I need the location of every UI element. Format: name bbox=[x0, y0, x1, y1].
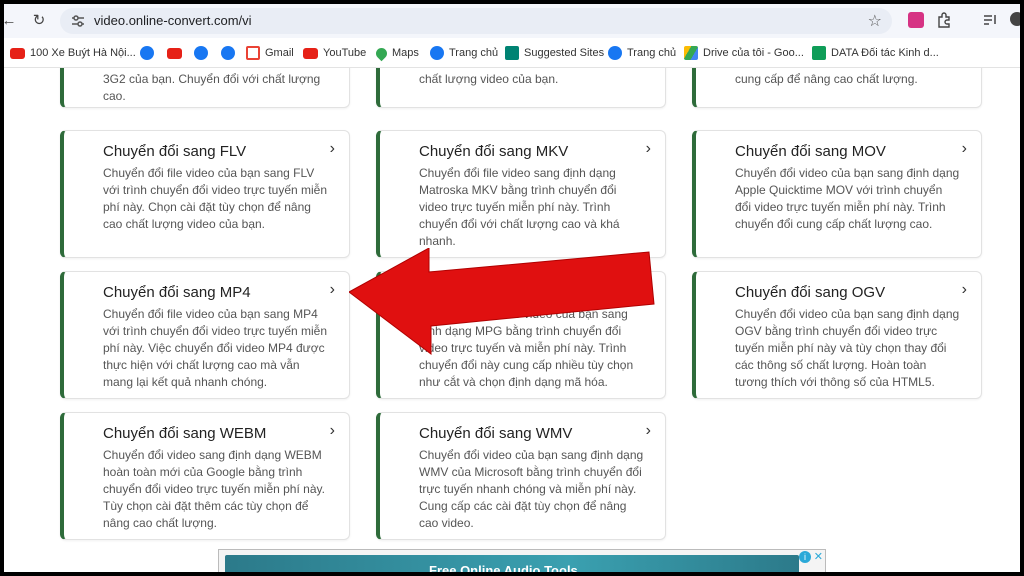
format-card[interactable]: cung cấp để nâng cao chất lượng. bbox=[692, 68, 982, 108]
card-description: Chuyển đổi video của bạn sang định dạng … bbox=[735, 307, 960, 389]
media-control-icon[interactable] bbox=[982, 12, 998, 28]
bookmark-item[interactable]: DATA Đối tác Kinh d... bbox=[812, 45, 939, 61]
youtube-icon bbox=[10, 47, 25, 59]
bookmark-label: Trang chủ bbox=[449, 47, 499, 59]
bookmark-star-icon[interactable]: ☆ bbox=[868, 11, 882, 31]
card-description: Chuyển đổi file video sang định dạng Mat… bbox=[419, 166, 620, 248]
ad-banner[interactable]: Free Online Audio Tools i ✕ bbox=[218, 549, 826, 572]
card-title: Chuyển đổi sang FLV bbox=[103, 143, 247, 160]
format-card-webm[interactable]: Chuyển đổi sang WEBM › Chuyển đổi video … bbox=[60, 412, 350, 540]
card-description: Chuyển đổi video của bạn sang định dạng … bbox=[419, 448, 644, 530]
card-title: Chuyển đổi sang MP4 bbox=[103, 284, 251, 301]
bookmark-item[interactable]: Trang chủ bbox=[608, 45, 676, 61]
card-title: Chuyển đổi sang OGV bbox=[735, 284, 886, 301]
card-description: Chuyển đổi video sang định dạng WEBM hoà… bbox=[103, 448, 325, 530]
facebook-icon bbox=[221, 46, 235, 60]
chevron-right-icon: › bbox=[645, 422, 651, 439]
address-bar[interactable]: video.online-convert.com/vi ☆ bbox=[60, 8, 892, 34]
bookmark-item[interactable] bbox=[194, 45, 213, 61]
bookmark-item[interactable]: YouTube bbox=[303, 45, 366, 61]
format-card-mp4[interactable]: Chuyển đổi sang MP4 › Chuyển đổi file vi… bbox=[60, 271, 350, 399]
bookmark-item[interactable] bbox=[221, 45, 240, 61]
chevron-right-icon: › bbox=[645, 281, 651, 298]
page-content: 3G2 của bạn. Chuyển đổi với chất lượng c… bbox=[4, 68, 1020, 572]
bookmark-label: Gmail bbox=[265, 47, 294, 59]
bookmark-item[interactable]: Suggested Sites bbox=[505, 45, 604, 61]
bookmark-label: YouTube bbox=[323, 47, 367, 59]
chevron-right-icon: › bbox=[961, 140, 967, 157]
extension-icon[interactable] bbox=[908, 12, 924, 28]
bookmark-item[interactable]: Trang chủ bbox=[430, 45, 498, 61]
bookmarks-bar: 100 Xe Buýt Hà Nội... Gmail YouTube Maps… bbox=[4, 38, 1020, 68]
drive-icon bbox=[684, 46, 698, 60]
gmail-icon bbox=[246, 46, 260, 60]
format-card-ogv[interactable]: Chuyển đổi sang OGV › Chuyển đổi video c… bbox=[692, 271, 982, 399]
facebook-icon bbox=[608, 46, 622, 60]
format-card-flv[interactable]: Chuyển đổi sang FLV › Chuyển đổi file vi… bbox=[60, 130, 350, 258]
format-card[interactable]: chất lượng video của bạn. bbox=[376, 68, 666, 108]
browser-toolbar: ← ↻ video.online-convert.com/vi ☆ bbox=[4, 4, 1020, 38]
site-info-icon[interactable] bbox=[70, 13, 86, 29]
chevron-right-icon: › bbox=[329, 281, 335, 298]
youtube-icon bbox=[167, 47, 182, 59]
bookmark-item[interactable] bbox=[167, 45, 187, 61]
card-description: cung cấp để nâng cao chất lượng. bbox=[735, 72, 918, 86]
card-title: Chuyển đổi sang MKV bbox=[419, 143, 569, 160]
format-card-mpg[interactable]: › Chuyển đổi các file video của bạn sang… bbox=[376, 271, 666, 399]
card-description: chất lượng video của bạn. bbox=[419, 72, 559, 86]
chevron-right-icon: › bbox=[329, 422, 335, 439]
format-card-wmv[interactable]: Chuyển đổi sang WMV › Chuyển đổi video c… bbox=[376, 412, 666, 540]
maps-icon bbox=[373, 45, 390, 61]
bing-icon bbox=[505, 46, 519, 60]
profile-avatar-icon[interactable] bbox=[1010, 12, 1020, 28]
card-description: Chuyển đổi file video của bạn sang MP4 v… bbox=[103, 307, 328, 389]
youtube-icon bbox=[303, 47, 318, 59]
bookmark-item[interactable]: Maps bbox=[373, 45, 419, 61]
bookmark-label: 100 Xe Buýt Hà Nội... bbox=[30, 47, 136, 59]
bookmark-item[interactable]: Drive của tôi - Goo... bbox=[684, 45, 804, 61]
extensions-puzzle-icon[interactable] bbox=[936, 12, 952, 28]
bookmark-label: Trang chủ bbox=[627, 47, 677, 59]
bookmark-label: Maps bbox=[392, 47, 419, 59]
card-title: Chuyển đổi sang WMV bbox=[419, 425, 573, 442]
sheets-icon bbox=[812, 46, 826, 60]
format-card-mov[interactable]: Chuyển đổi sang MOV › Chuyển đổi video c… bbox=[692, 130, 982, 258]
card-description: Chuyển đổi file video của bạn sang FLV v… bbox=[103, 166, 328, 231]
url-text[interactable]: video.online-convert.com/vi bbox=[94, 13, 252, 28]
facebook-icon bbox=[194, 46, 208, 60]
chevron-right-icon: › bbox=[961, 281, 967, 298]
ad-text[interactable]: Free Online Audio Tools bbox=[429, 563, 578, 572]
chevron-right-icon: › bbox=[329, 140, 335, 157]
card-description: Chuyển đổi video của bạn sang định dạng … bbox=[735, 166, 960, 231]
chevron-right-icon: › bbox=[645, 140, 651, 157]
card-description: Chuyển đổi các file video của bạn sang đ… bbox=[419, 307, 634, 389]
ad-choices-icon[interactable]: i bbox=[799, 551, 811, 563]
bookmark-item[interactable] bbox=[140, 45, 159, 61]
bookmark-label: Suggested Sites bbox=[524, 47, 605, 59]
ad-close-icon[interactable]: ✕ bbox=[814, 550, 823, 563]
card-title: Chuyển đổi sang MOV bbox=[735, 143, 886, 160]
screenshot-frame: ← ↻ video.online-convert.com/vi ☆ 100 Xe… bbox=[4, 4, 1020, 572]
bookmark-item[interactable]: Gmail bbox=[246, 45, 294, 61]
card-description: 3G2 của bạn. Chuyển đổi với chất lượng c… bbox=[103, 72, 321, 103]
bookmark-item[interactable]: 100 Xe Buýt Hà Nội... bbox=[10, 45, 136, 61]
format-card[interactable]: 3G2 của bạn. Chuyển đổi với chất lượng c… bbox=[60, 68, 350, 108]
bookmark-label: Drive của tôi - Goo... bbox=[703, 47, 804, 59]
facebook-icon bbox=[430, 46, 444, 60]
back-icon[interactable]: ← bbox=[4, 12, 18, 30]
card-title: Chuyển đổi sang WEBM bbox=[103, 425, 267, 442]
reload-icon[interactable]: ↻ bbox=[30, 12, 48, 30]
bookmark-label: DATA Đối tác Kinh d... bbox=[831, 47, 939, 59]
facebook-icon bbox=[140, 46, 154, 60]
format-card-mkv[interactable]: Chuyển đổi sang MKV › Chuyển đổi file vi… bbox=[376, 130, 666, 258]
